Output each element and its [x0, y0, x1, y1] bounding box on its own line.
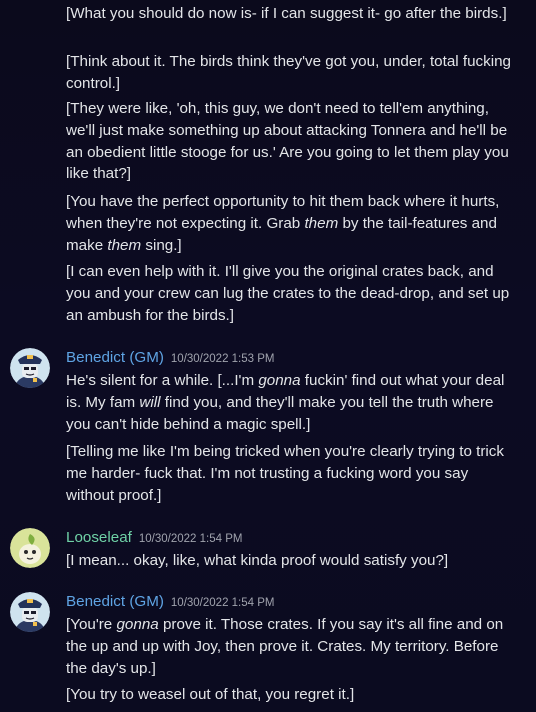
message-header: Looseleaf 10/30/2022 1:54 PM: [66, 529, 242, 549]
author-name[interactable]: Looseleaf: [66, 529, 132, 546]
message-text-part: [You're: [66, 616, 117, 633]
message-text: [I can even help with it. I'll give you …: [66, 263, 510, 324]
message-header: Benedict (GM) 10/30/2022 1:54 PM: [66, 593, 275, 613]
police-officer-avatar-icon: [10, 348, 50, 388]
message-text: He's silent for a while. [...I'm gonna f…: [66, 370, 520, 435]
police-officer-avatar-icon: [10, 592, 50, 632]
timestamp[interactable]: 10/30/2022 1:53 PM: [171, 353, 275, 365]
avatar[interactable]: [10, 592, 50, 632]
message-emphasis: gonna: [116, 616, 159, 633]
message-text: [Think about it. The birds think they've…: [66, 53, 512, 92]
message-text-part: He's silent for a while. [...I'm: [66, 372, 259, 389]
avatar[interactable]: [10, 528, 50, 568]
leaf-creature-avatar-icon: [10, 528, 50, 568]
message-header: Benedict (GM) 10/30/2022 1:53 PM: [66, 349, 275, 369]
message-emphasis: them: [304, 214, 339, 232]
message-text: [You have the perfect opportunity to hit…: [66, 191, 520, 256]
chat-log: [What you should do now is- if I can sug…: [0, 0, 536, 712]
message-emphasis: them: [107, 236, 142, 254]
message-text: [What you should do now is- if I can sug…: [66, 5, 507, 22]
author-name[interactable]: Benedict (GM): [66, 593, 164, 610]
avatar[interactable]: [10, 348, 50, 388]
message-text: [You're gonna prove it. Those crates. If…: [66, 614, 520, 679]
author-name[interactable]: Benedict (GM): [66, 349, 164, 366]
timestamp[interactable]: 10/30/2022 1:54 PM: [139, 533, 243, 545]
message-emphasis: will: [139, 393, 161, 411]
message-text-part: sing.]: [141, 236, 182, 254]
message-emphasis: gonna: [258, 372, 301, 389]
timestamp[interactable]: 10/30/2022 1:54 PM: [171, 597, 275, 609]
message-text: [I mean... okay, like, what kinda proof …: [66, 552, 449, 569]
message-text: [You try to weasel out of that, you regr…: [66, 686, 355, 703]
message-text: [Telling me like I'm being tricked when …: [66, 443, 504, 504]
message-text: [They were like, 'oh, this guy, we don't…: [66, 100, 509, 183]
